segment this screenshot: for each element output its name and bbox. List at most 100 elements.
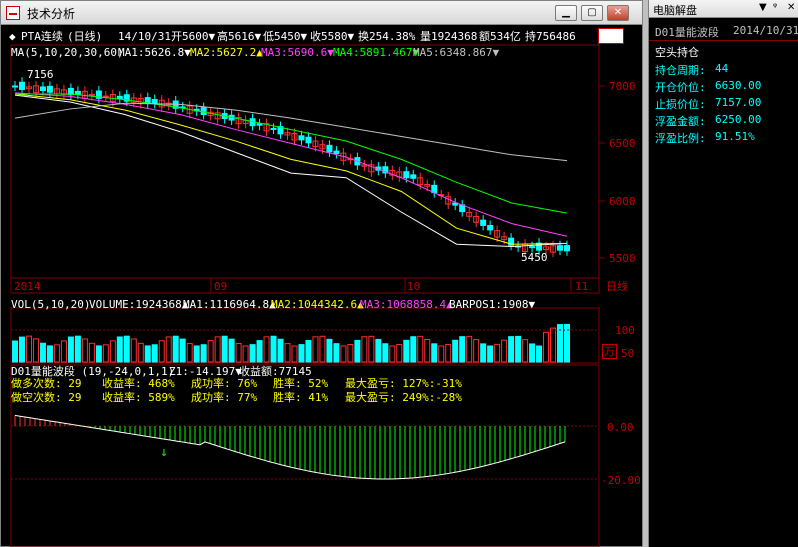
close-button[interactable]: ✕: [607, 5, 629, 21]
volume-bar: [53, 344, 60, 363]
volume-bar: [144, 345, 151, 363]
volume-bar: [368, 335, 375, 363]
vol-tick-100: 100: [615, 324, 635, 337]
candle-body: [529, 246, 536, 249]
panel-close-icon[interactable]: ✕: [787, 2, 795, 13]
volume-bar: [130, 338, 137, 363]
candle-body: [564, 245, 570, 252]
volume-bar: [312, 336, 319, 363]
candle-body: [46, 85, 53, 93]
volume-bar: [116, 336, 123, 363]
volume-bar: [410, 336, 417, 363]
ma4-value: MA4:5891.467▼: [333, 46, 420, 59]
window-titlebar[interactable]: 技术分析 ▁ ▢ ✕: [1, 1, 642, 25]
maximize-button[interactable]: ▢: [581, 5, 603, 21]
ma-label: MA(5,10,20,30,60): [11, 46, 124, 59]
stop-price-label: 止损价位:: [655, 98, 706, 111]
ma-line-MA4: [15, 93, 568, 214]
high-marker: 7156: [27, 68, 54, 81]
volume-bar: [249, 344, 256, 363]
volume-bar: [186, 342, 193, 363]
date-label: 14/10/31: [118, 30, 171, 43]
volume-bar: [74, 335, 81, 363]
candle-body: [480, 219, 487, 226]
candle-body: [410, 174, 417, 179]
long-count: 做多次数: 29: [11, 377, 82, 390]
volume-bar: [256, 340, 263, 363]
candle-body: [256, 123, 263, 126]
price-tick-7000: 7000: [609, 80, 636, 93]
volume-bar: [179, 338, 186, 363]
ind-tick-20: -20.00: [601, 474, 641, 487]
volume-bar: [200, 344, 207, 363]
ma5-value: MA5:6348.867▼: [413, 46, 500, 59]
vol-ma3: MA3:1068858.4▲: [360, 298, 453, 311]
candle-body: [200, 107, 207, 115]
symbol-name[interactable]: PTA连续: [21, 30, 63, 43]
position-status: 空头持仓: [655, 46, 699, 59]
volume-bar: [319, 335, 326, 363]
volume-bar: [60, 340, 67, 363]
float-ratio-value: 91.51%: [715, 130, 755, 143]
volume-bar: [235, 343, 242, 363]
ma-line-MA3: [14, 92, 568, 237]
candle-body: [305, 136, 312, 144]
candle-body: [102, 95, 109, 98]
panel-title: 电脑解盘: [653, 4, 697, 17]
volume-bar: [207, 340, 214, 363]
chart-tool-icon[interactable]: [598, 28, 624, 44]
ma1-value: MA1:5626.8▼: [118, 46, 191, 59]
panel-date: 2014/10/31: [733, 24, 798, 37]
volume-bar: [46, 345, 53, 363]
minimize-button[interactable]: ▁: [555, 5, 577, 21]
vol-ma2: MA2:1044342.6▲: [271, 298, 364, 311]
volume-bar: [109, 340, 116, 363]
volume-bar: [270, 335, 277, 363]
x-label-09: 09: [214, 280, 228, 293]
volume-bar: [347, 344, 354, 363]
volume-bar: [396, 343, 403, 363]
short-count: 做空次数: 29: [11, 391, 82, 404]
volume-bar: [536, 345, 543, 363]
sell-arrow-icon: ↓: [160, 445, 168, 460]
panel-titlebar[interactable]: 电脑解盘 ▼ ᵠ ✕: [649, 0, 798, 18]
volume-bar: [487, 345, 494, 363]
hold-period-value: 44: [715, 62, 729, 75]
period-label[interactable]: (日线): [67, 30, 102, 43]
panel-pin-icon[interactable]: ᵠ: [773, 2, 777, 13]
volume-bar: [32, 338, 39, 363]
app-icon: [6, 6, 20, 20]
volume-bar: [522, 339, 529, 363]
candle-body: [270, 127, 277, 130]
vol-unit: 万: [602, 344, 617, 359]
volume-bar: [354, 339, 361, 363]
volume-bar: [340, 345, 347, 363]
vol-barpos: BARPOS1:1908▼: [449, 298, 536, 311]
volume-bar: [39, 342, 46, 363]
price-tick-5500: 5500: [609, 252, 636, 265]
chart-canvas[interactable]: [1, 25, 642, 547]
volume-bar: [326, 338, 333, 363]
volume-bar: [480, 343, 487, 363]
volume-bar: [333, 343, 340, 363]
hold-value: 持756486: [525, 30, 576, 43]
panel-dropdown-icon[interactable]: ▼: [759, 2, 767, 13]
analysis-panel: 电脑解盘 ▼ ᵠ ✕ D01量能波段 2014/10/31 空头持仓 持仓周期:…: [648, 0, 798, 547]
short-success: 成功率: 77%: [191, 391, 258, 404]
volume-bar: [424, 338, 431, 363]
volume-bar: [193, 345, 200, 363]
vol-ma1: MA1:1116964.8▲: [183, 298, 276, 311]
symbol-icon: ◆: [9, 30, 16, 43]
volume-bar: [466, 335, 473, 363]
low-value: 低5450▼: [263, 30, 308, 43]
candle-body: [18, 81, 25, 91]
volume-bar: [151, 344, 158, 363]
volume-bar: [12, 340, 18, 363]
volume-bar: [242, 345, 249, 363]
candle-body: [487, 225, 494, 231]
volume-bar: [228, 338, 235, 363]
volume-bar: [452, 339, 459, 363]
volume-value: 量1924368: [420, 30, 478, 43]
volume-bar: [403, 339, 410, 363]
amount-value: 额534亿: [479, 30, 521, 43]
